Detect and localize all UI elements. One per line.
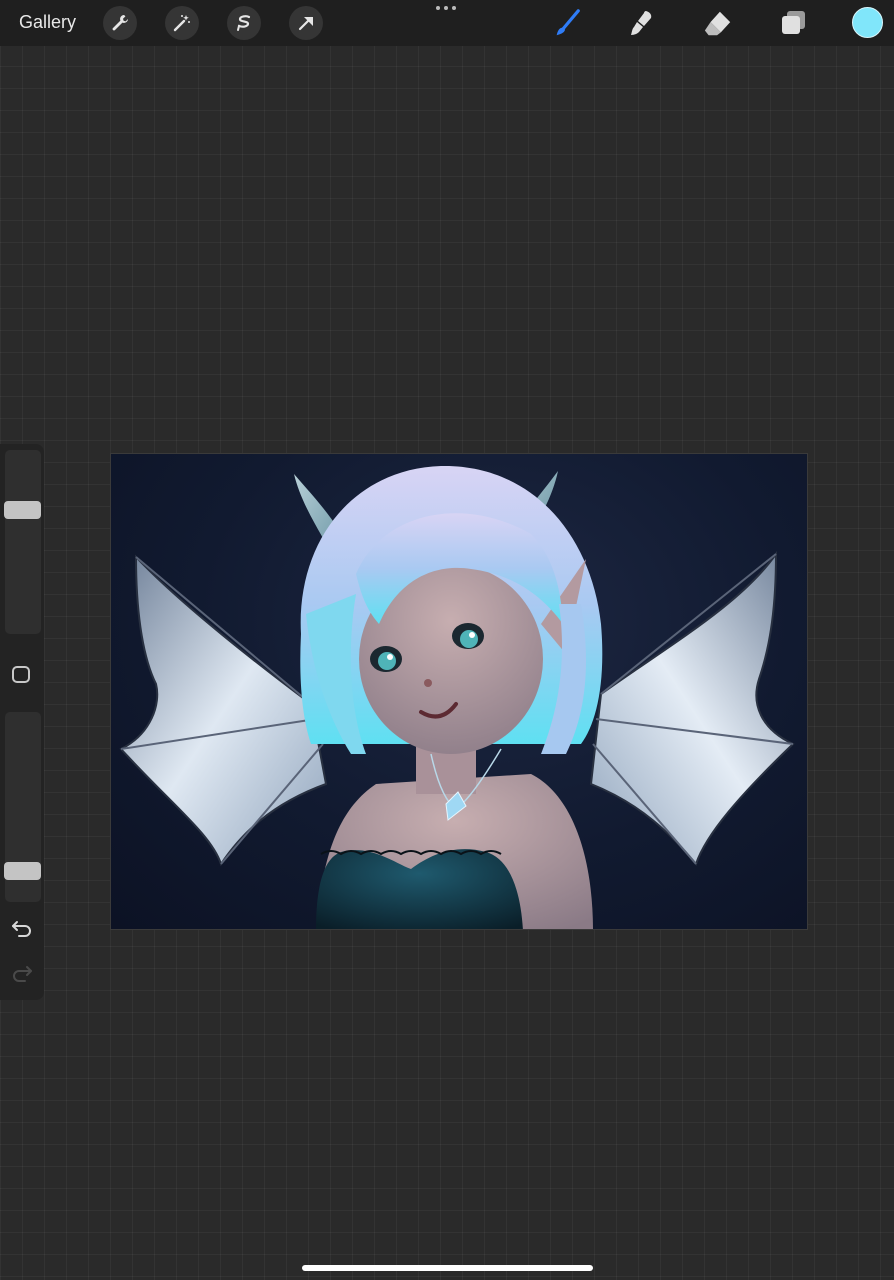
artwork-illustration [119,465,795,929]
opacity-slider[interactable] [4,712,41,902]
ellipsis-icon[interactable] [436,6,456,10]
left-sidebar [0,444,44,1000]
top-toolbar: Gallery [0,0,894,46]
redo-icon[interactable] [10,962,34,984]
layers-icon[interactable] [778,8,808,38]
smudge-icon[interactable] [627,8,657,38]
undo-icon[interactable] [10,917,34,939]
home-indicator[interactable] [302,1265,593,1271]
gallery-button[interactable]: Gallery [19,12,76,33]
brush-size-thumb[interactable] [4,501,41,520]
color-picker-button[interactable] [852,7,883,38]
wrench-icon[interactable] [103,6,137,40]
magic-wand-icon[interactable] [165,6,199,40]
opacity-thumb[interactable] [4,861,41,880]
brush-icon[interactable] [552,8,582,38]
transform-arrow-icon[interactable] [289,6,323,40]
drawing-canvas[interactable] [110,453,808,930]
eraser-icon[interactable] [703,8,733,38]
brush-size-slider[interactable] [4,450,41,634]
selection-icon[interactable] [227,6,261,40]
modify-square-icon[interactable] [12,666,30,683]
